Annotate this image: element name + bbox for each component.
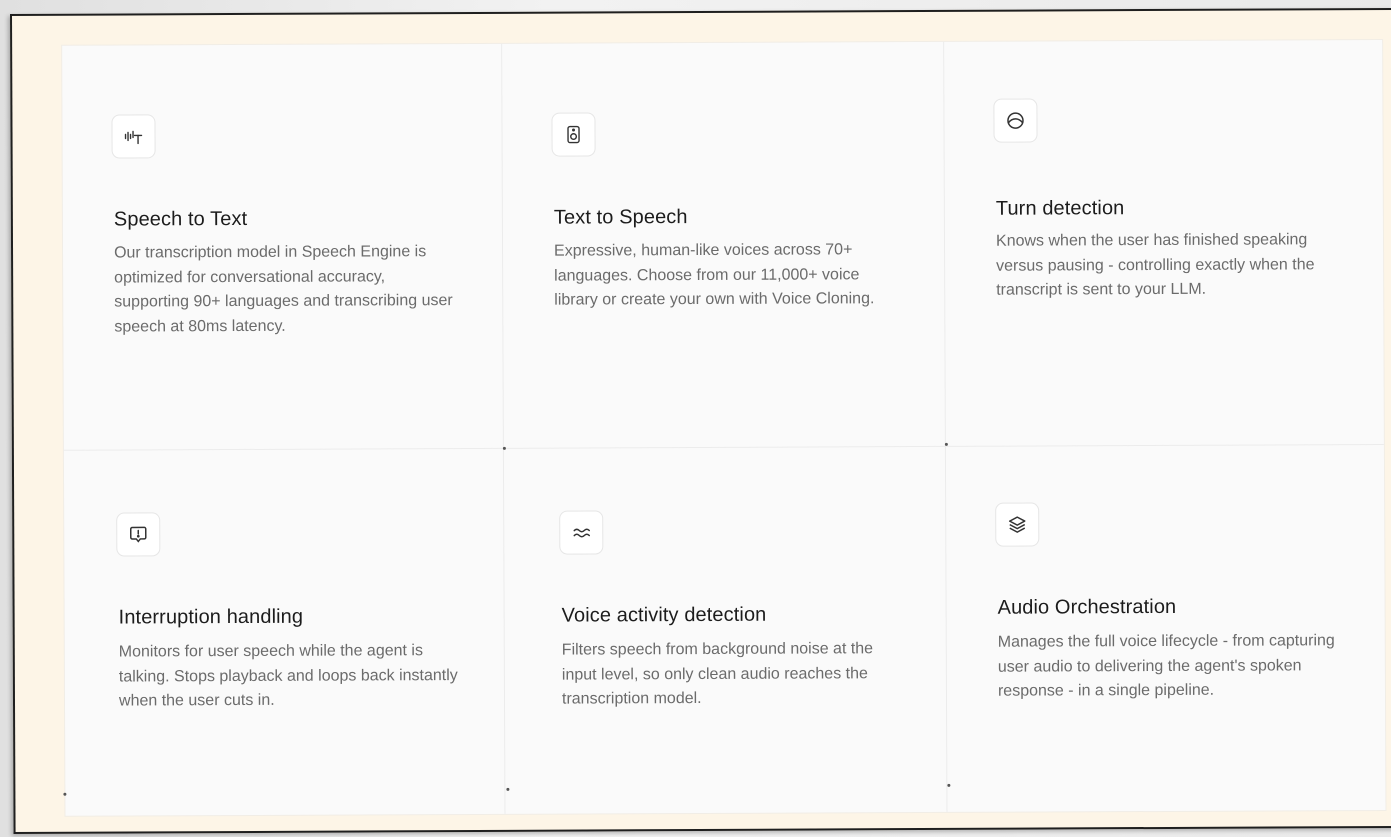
interruption-icon bbox=[116, 512, 161, 557]
feature-frame: Speech to Text Our transcription model i… bbox=[10, 7, 1391, 834]
feature-card-speech-to-text: Speech to Text Our transcription model i… bbox=[62, 43, 504, 451]
feature-description: Our transcription model in Speech Engine… bbox=[114, 243, 453, 336]
feature-title: Voice activity detection bbox=[561, 603, 767, 627]
layers-icon bbox=[995, 502, 1040, 547]
turn-detection-icon bbox=[993, 98, 1038, 143]
waves-icon bbox=[559, 510, 604, 555]
feature-description: Manages the full voice lifecycle - from … bbox=[997, 632, 1335, 700]
feature-grid: Speech to Text Our transcription model i… bbox=[62, 40, 1385, 816]
feature-title: Interruption handling bbox=[118, 605, 304, 629]
feature-description: Expressive, human-like voices across 70+… bbox=[554, 241, 875, 309]
feature-title: Text to Speech bbox=[553, 206, 688, 229]
feature-title: Turn detection bbox=[995, 197, 1125, 220]
grid-dot bbox=[506, 787, 510, 791]
feature-description: Monitors for user speech while the agent… bbox=[118, 642, 458, 710]
grid-dot bbox=[947, 783, 951, 787]
feature-card-audio-orchestration: Audio Orchestration Manages the full voi… bbox=[946, 445, 1386, 812]
grid-dot bbox=[63, 792, 67, 796]
feature-card-turn-detection: Turn detection Knows when the user has f… bbox=[944, 40, 1384, 447]
feature-card-interruption-handling: Interruption handling Monitors for user … bbox=[63, 448, 506, 816]
speaker-icon bbox=[551, 112, 596, 157]
feature-description: Filters speech from background noise at … bbox=[561, 640, 874, 708]
speech-to-text-icon bbox=[111, 114, 156, 159]
feature-title: Audio Orchestration bbox=[997, 595, 1177, 619]
grid-dot bbox=[502, 446, 506, 450]
feature-description: Knows when the user has finished speakin… bbox=[995, 231, 1315, 299]
feature-title: Speech to Text bbox=[113, 207, 248, 231]
feature-board: Speech to Text Our transcription model i… bbox=[62, 40, 1386, 816]
feature-card-voice-activity-detection: Voice activity detection Filters speech … bbox=[503, 446, 948, 814]
feature-card-text-to-speech: Text to Speech Expressive, human-like vo… bbox=[502, 41, 946, 449]
grid-dot bbox=[944, 442, 948, 446]
